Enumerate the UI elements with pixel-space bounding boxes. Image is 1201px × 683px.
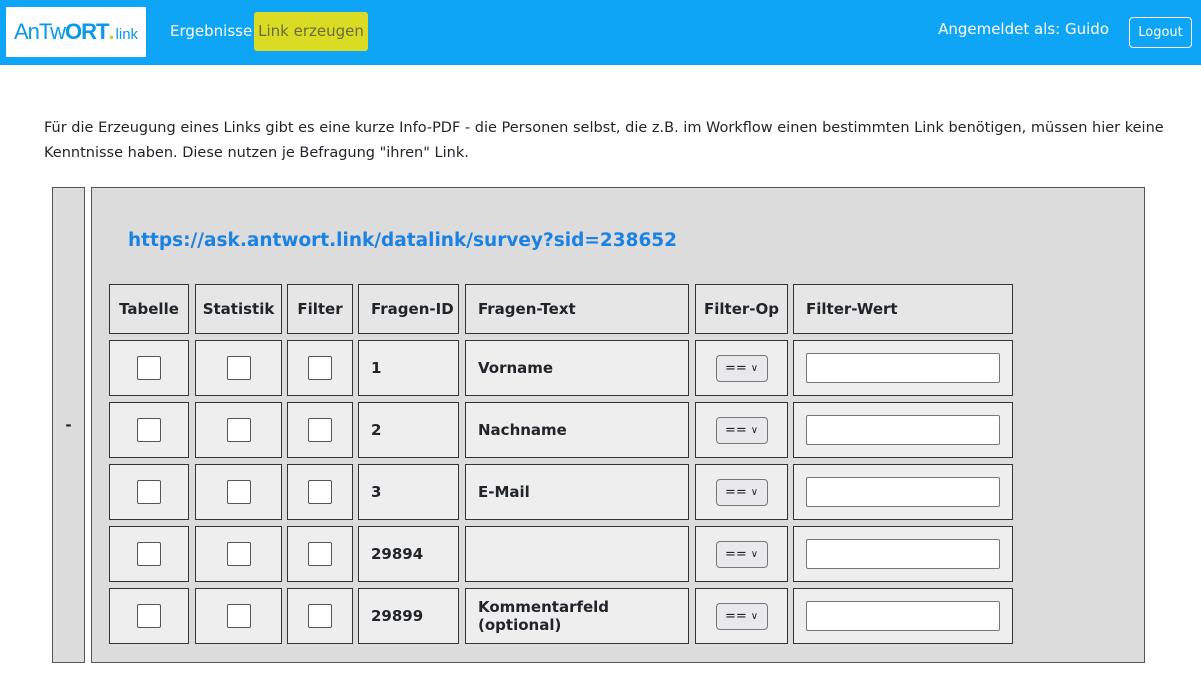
intro-text: Für die Erzeugung eines Links gibt es ei… [44,120,1164,161]
cell-fragen-id: 29899 [358,588,459,644]
statistik-checkbox[interactable] [226,356,251,380]
filter-wert-input[interactable] [806,415,1000,445]
cell-tabelle [109,402,189,458]
cell-statistik [195,464,282,520]
cell-fragen-id: 2 [358,402,459,458]
logo-dot: . [108,19,115,44]
cell-filter-wert [793,340,1013,396]
header-filter: Filter [287,284,353,334]
nav-link-erzeugen[interactable]: Link erzeugen [254,12,368,51]
top-navbar: AnTw ORT. link Ergebnisse Link erzeugen An… [0,0,1201,65]
cell-filter-wert [793,526,1013,582]
filter-op-value: == [724,422,747,438]
cell-tabelle [109,340,189,396]
cell-filter [287,402,353,458]
collapse-toggle[interactable]: - [52,187,85,663]
cell-filter [287,464,353,520]
survey-link[interactable]: https://ask.antwort.link/datalink/survey… [128,230,677,251]
cell-fragen-text: Kommentarfeld (optional) [465,588,689,644]
cell-fragen-id: 29894 [358,526,459,582]
nav-ergebnisse[interactable]: Ergebnisse [162,12,260,51]
chevron-down-icon: ∨ [750,486,759,498]
chevron-down-icon: ∨ [750,610,759,622]
filter-op-value: == [724,546,747,562]
tabelle-checkbox[interactable] [137,604,161,628]
header-tabelle: Tabelle [109,284,189,334]
cell-filter-op: == ∨ [695,588,788,644]
cell-statistik [195,340,282,396]
filter-op-select[interactable]: == ∨ [715,416,768,444]
cell-tabelle [109,588,189,644]
filter-op-select[interactable]: == ∨ [715,354,768,382]
cell-filter [287,340,353,396]
filter-checkbox[interactable] [308,480,332,504]
cell-filter-op: == ∨ [695,402,788,458]
cell-filter-wert [793,402,1013,458]
header-fragen-text: Fragen-Text [465,284,689,334]
chevron-down-icon: ∨ [750,548,759,560]
filter-checkbox[interactable] [308,542,332,566]
survey-panel: https://ask.antwort.link/datalink/survey… [91,187,1145,663]
cell-filter-wert [793,588,1013,644]
chevron-down-icon: ∨ [750,362,759,374]
filter-wert-input[interactable] [806,353,1000,383]
cell-filter [287,588,353,644]
cell-statistik [195,588,282,644]
cell-statistik [195,526,282,582]
cell-fragen-text: E-Mail [465,464,689,520]
filter-op-value: == [724,360,747,376]
tabelle-checkbox[interactable] [137,356,161,380]
logo-text: AnTw [13,19,66,44]
chevron-down-icon: ∨ [750,424,759,436]
filter-op-select[interactable]: == ∨ [715,602,768,630]
filter-op-select[interactable]: == ∨ [715,540,768,568]
cell-fragen-id: 1 [358,340,459,396]
tabelle-checkbox[interactable] [137,480,161,504]
cell-filter-wert [793,464,1013,520]
filter-wert-input[interactable] [806,539,1000,569]
collapse-label: - [65,416,72,434]
header-filter-wert: Filter-Wert [793,284,1013,334]
header-fragen-id: Fragen-ID [358,284,459,334]
statistik-checkbox[interactable] [226,418,251,442]
cell-tabelle [109,464,189,520]
cell-filter-op: == ∨ [695,340,788,396]
cell-filter-op: == ∨ [695,526,788,582]
cell-filter-op: == ∨ [695,464,788,520]
header-filter-op: Filter-Op [695,284,788,334]
cell-statistik [195,402,282,458]
filter-checkbox[interactable] [308,356,332,380]
cell-fragen-text: Nachname [465,402,689,458]
brand-logo[interactable]: AnTw ORT. link [6,7,146,57]
filter-checkbox[interactable] [308,418,332,442]
filter-wert-input[interactable] [806,477,1000,507]
filter-checkbox[interactable] [308,604,332,628]
logout-button[interactable]: Logout [1129,17,1192,48]
filter-op-select[interactable]: == ∨ [715,478,768,506]
cell-filter [287,526,353,582]
filter-op-value: == [724,484,747,500]
filter-op-value: == [724,608,747,624]
statistik-checkbox[interactable] [226,604,251,628]
tabelle-checkbox[interactable] [137,418,161,442]
cell-tabelle [109,526,189,582]
statistik-checkbox[interactable] [226,480,251,504]
filter-wert-input[interactable] [806,601,1000,631]
header-statistik: Statistik [195,284,282,334]
tabelle-checkbox[interactable] [137,542,161,566]
logged-in-user: Angemeldet als: Guido [938,20,1109,38]
cell-fragen-text: Vorname [465,340,689,396]
logo-suffix: link [115,26,139,43]
statistik-checkbox[interactable] [226,542,251,566]
logo-text-bold: ORT [64,19,109,44]
cell-fragen-id: 3 [358,464,459,520]
cell-fragen-text [465,526,689,582]
